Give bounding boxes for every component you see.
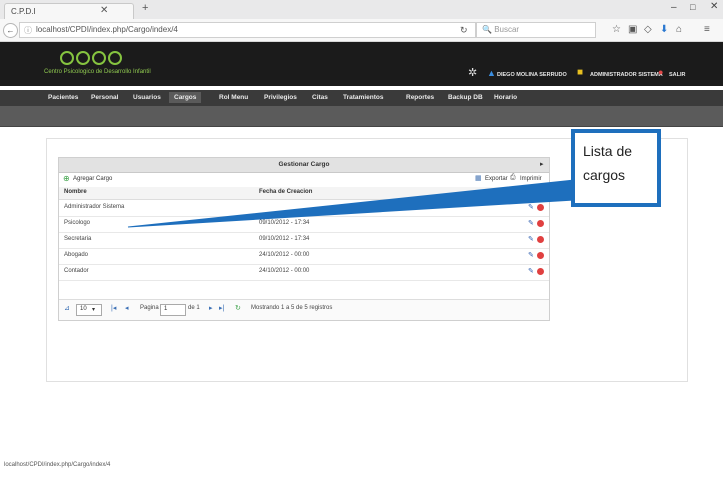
callout-text: Lista de cargos [583, 143, 633, 183]
callout-pointer [127, 179, 575, 228]
status-url: localhost/CPDI/index.php/Cargo/index/4 [4, 462, 111, 468]
annotation-callout: Lista de cargos [571, 129, 661, 207]
